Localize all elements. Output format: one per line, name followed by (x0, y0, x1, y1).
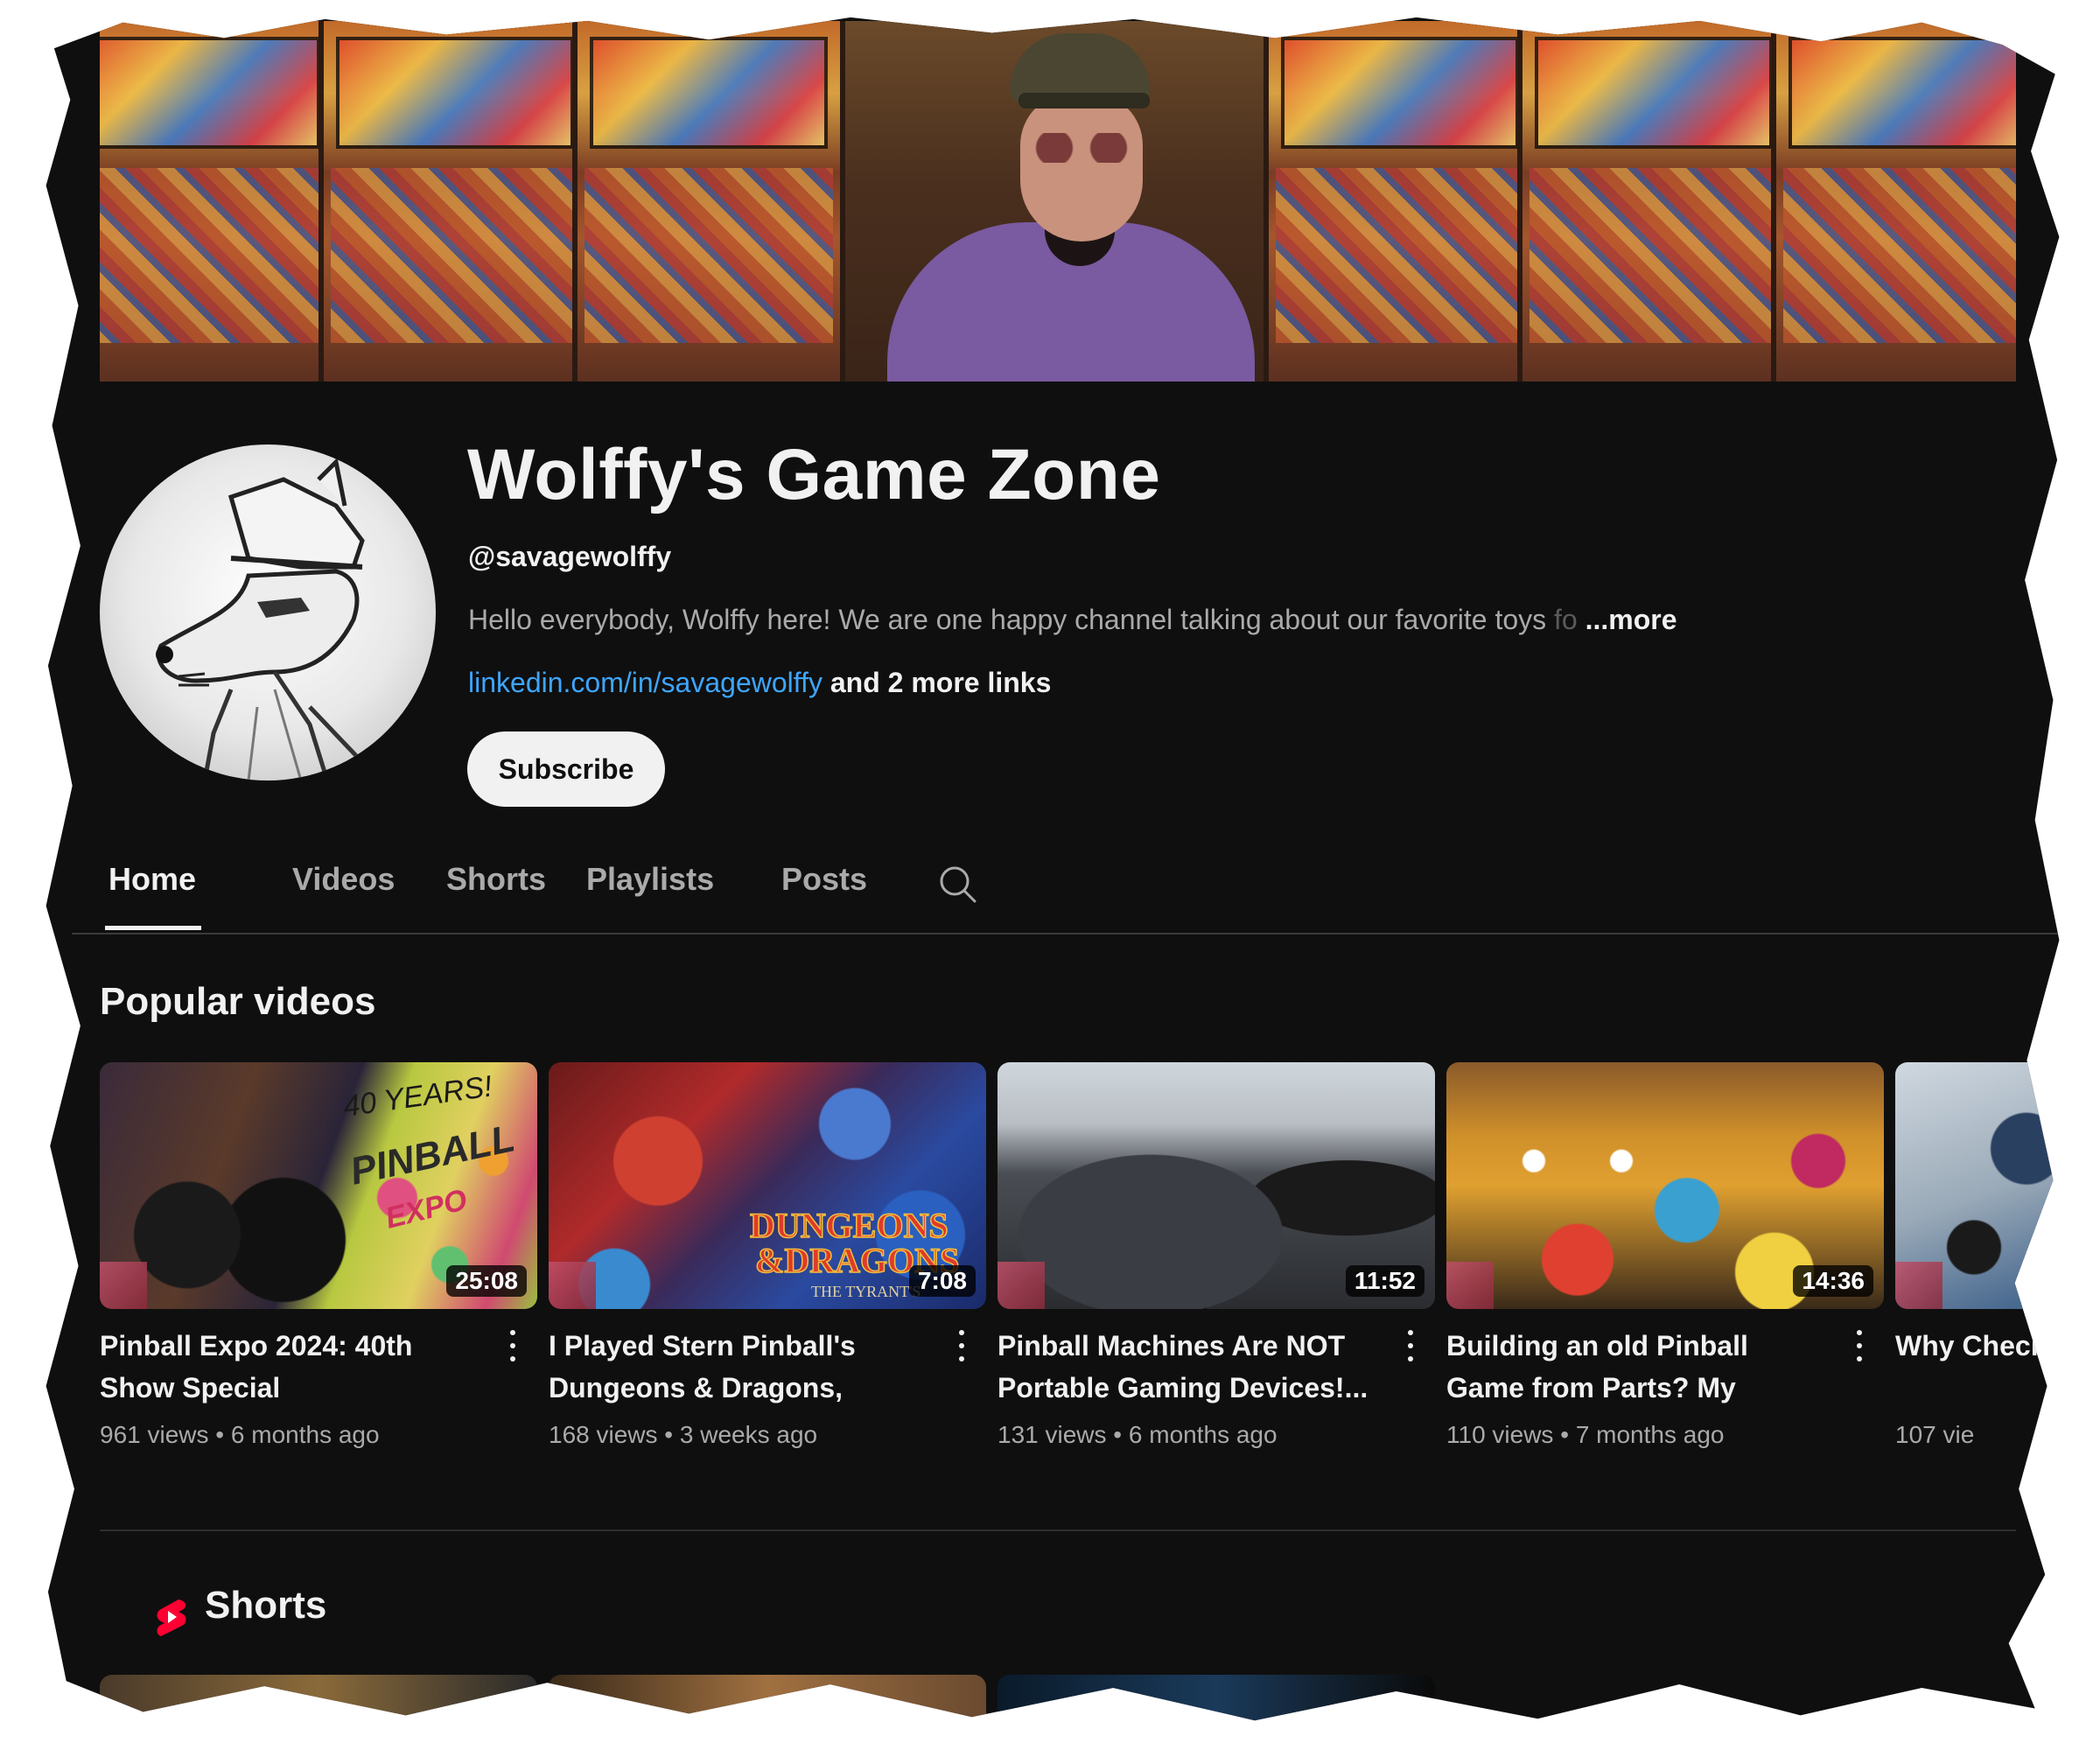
channel-handle: @savagewolffy (468, 541, 672, 572)
video-meta: 107 vie (1895, 1421, 2059, 1449)
short-thumbnail[interactable] (549, 1675, 986, 1721)
channel-name: Wolffy's Game Zone (467, 435, 1161, 514)
description-fade-text: fo (1554, 604, 1578, 635)
video-title[interactable]: Pinball Machines Are NOT Portable Gaming… (998, 1325, 1382, 1409)
video-age: 7 months ago (1575, 1421, 1725, 1448)
banner-pinball-machine (572, 21, 845, 382)
section-divider (100, 1530, 2016, 1531)
video-views: 961 views (100, 1421, 209, 1448)
channel-banner (100, 21, 2016, 382)
channel-avatar[interactable] (100, 444, 436, 780)
thumb-text-top: 40 YEARS! (341, 1069, 495, 1124)
video-views: 168 views (549, 1421, 658, 1448)
svg-text:EXPO: EXPO (382, 1183, 471, 1236)
video-thumbnail[interactable] (1895, 1062, 2060, 1309)
channel-badge-icon (998, 1262, 1045, 1309)
shorts-heading: Shorts (205, 1584, 327, 1627)
tab-videos[interactable]: Videos (292, 861, 395, 898)
video-views: 131 views (998, 1421, 1107, 1448)
video-thumbnail[interactable]: 14:36 (1446, 1062, 1884, 1309)
video-card: 11:52 Pinball Machines Are NOT Portable … (998, 1062, 1435, 1449)
video-duration: 14:36 (1793, 1265, 1873, 1297)
banner-pinball-machine (1264, 21, 1536, 382)
more-links-link[interactable]: and 2 more links (830, 667, 1052, 698)
banner-person (887, 21, 1255, 382)
thumb-text-small: THE TYRANT'S (811, 1283, 920, 1300)
description-text: Hello everybody, Wolffy here! We are one… (468, 604, 1547, 635)
more-vert-icon[interactable] (1402, 1328, 1419, 1363)
channel-badge-icon (100, 1262, 147, 1309)
video-title[interactable]: I Played Stern Pinball's Dungeons & Drag… (549, 1325, 934, 1409)
tab-posts[interactable]: Posts (781, 861, 867, 898)
video-card: Why Check and Retr 107 vie (1895, 1062, 2060, 1449)
meta-separator: • (664, 1421, 674, 1448)
video-views: 110 views (1446, 1421, 1554, 1448)
channel-badge-icon (1446, 1262, 1494, 1309)
banner-pinball-machine (1517, 21, 1790, 382)
video-meta: 961 views • 6 months ago (100, 1421, 537, 1449)
video-duration: 25:08 (446, 1265, 527, 1297)
video-title[interactable]: Building an old Pinball Game from Parts?… (1446, 1325, 1831, 1409)
meta-separator: • (1560, 1421, 1570, 1448)
popular-videos-heading: Popular videos (100, 980, 376, 1023)
channel-badge-icon (1895, 1262, 1942, 1309)
video-views: 107 vie (1895, 1421, 1975, 1448)
video-meta: 110 views • 7 months ago (1446, 1421, 1884, 1449)
video-age: 6 months ago (1128, 1421, 1278, 1448)
channel-links: linkedin.com/in/savagewolffy and 2 more … (468, 667, 1051, 699)
more-vert-icon[interactable] (1851, 1328, 1868, 1363)
video-thumbnail[interactable]: DUNGEONS &DRAGONS THE TYRANT'S 7:08 (549, 1062, 986, 1309)
video-duration: 7:08 (908, 1265, 976, 1297)
more-vert-icon[interactable] (504, 1328, 522, 1363)
description-more-link[interactable]: ...more (1586, 604, 1677, 635)
screenshot-frame: Wolffy's Game Zone @savagewolffy Hello e… (0, 0, 2100, 1750)
video-thumbnail[interactable]: 11:52 (998, 1062, 1435, 1309)
active-tab-indicator (105, 926, 201, 930)
tab-home[interactable]: Home (108, 861, 196, 898)
subscribe-button[interactable]: Subscribe (467, 732, 665, 807)
linkedin-link[interactable]: linkedin.com/in/savagewolffy (468, 667, 822, 698)
video-title[interactable]: Why Check and Retr (1895, 1325, 2059, 1409)
meta-separator: • (215, 1421, 225, 1448)
search-icon[interactable] (936, 863, 978, 905)
tab-playlists[interactable]: Playlists (586, 861, 714, 898)
wolf-sketch-avatar-image (156, 457, 382, 780)
tab-shorts[interactable]: Shorts (446, 861, 546, 898)
banner-pinball-machine (318, 21, 592, 382)
video-card: 40 YEARS! PINBALL EXPO 25:08 Pinball Exp… (100, 1062, 537, 1449)
more-vert-icon[interactable] (953, 1328, 970, 1363)
video-card: 14:36 Building an old Pinball Game from … (1446, 1062, 1884, 1449)
thumb-text-top: DUNGEONS (750, 1206, 948, 1245)
shorts-icon (154, 1596, 189, 1638)
thumb-text-bottom: PINBALL (346, 1116, 519, 1194)
video-card: DUNGEONS &DRAGONS THE TYRANT'S 7:08 I Pl… (549, 1062, 986, 1449)
banner-pinball-machine (1771, 21, 2016, 382)
video-age: 3 weeks ago (679, 1421, 818, 1448)
video-duration: 11:52 (1345, 1265, 1424, 1297)
meta-separator: • (1113, 1421, 1123, 1448)
video-meta: 168 views • 3 weeks ago (549, 1421, 986, 1449)
short-thumbnail[interactable] (100, 1675, 537, 1721)
video-age: 6 months ago (230, 1421, 380, 1448)
channel-badge-icon (549, 1262, 596, 1309)
video-thumbnail[interactable]: 40 YEARS! PINBALL EXPO 25:08 (100, 1062, 537, 1309)
channel-page: Wolffy's Game Zone @savagewolffy Hello e… (46, 17, 2060, 1721)
video-title[interactable]: Pinball Expo 2024: 40th Show Special (100, 1325, 485, 1409)
video-meta: 131 views • 6 months ago (998, 1421, 1435, 1449)
banner-pinball-machine (100, 21, 338, 382)
channel-description[interactable]: Hello everybody, Wolffy here! We are one… (468, 604, 1677, 636)
channel-tabs: Home Videos Shorts Playlists Posts (72, 845, 2060, 934)
short-thumbnail[interactable] (998, 1675, 1435, 1721)
